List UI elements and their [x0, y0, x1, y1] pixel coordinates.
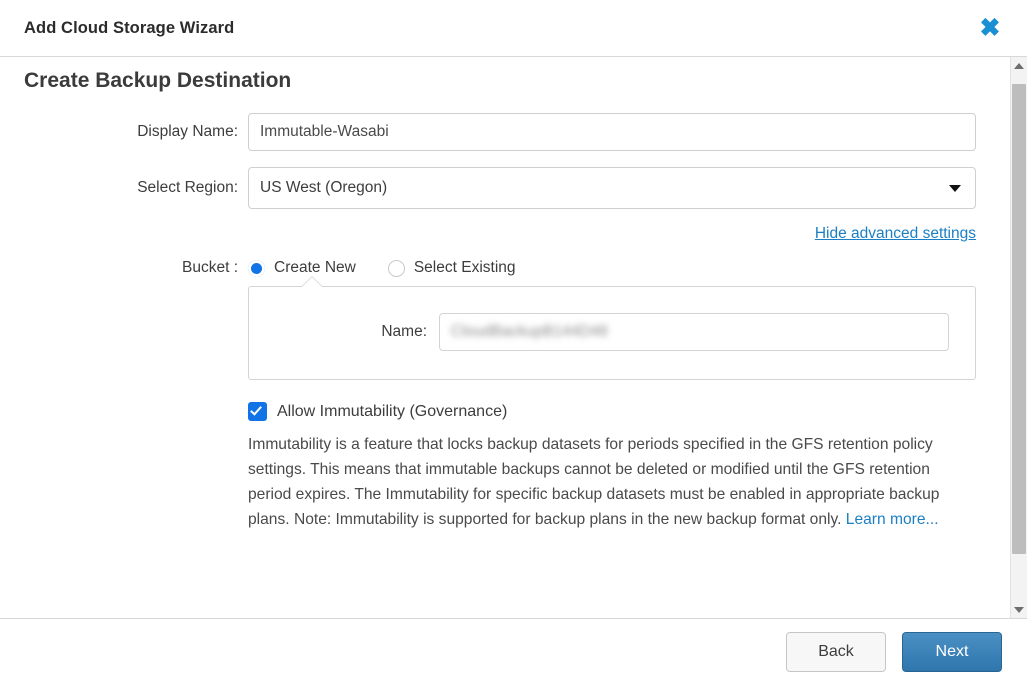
immutability-wrap: Allow Immutability (Governance) Immutabi…: [0, 402, 976, 548]
bucket-row: Bucket : Create New Select Existing: [0, 259, 976, 277]
add-cloud-storage-wizard-dialog: Add Cloud Storage Wizard ✖ Create Backup…: [0, 0, 1027, 685]
immutability-spacer: [0, 402, 248, 548]
panel-caret-icon: [302, 277, 322, 287]
caret-down-icon: [1014, 607, 1024, 613]
scrollbar-thumb[interactable]: [1012, 84, 1026, 554]
page-title: Create Backup Destination: [0, 57, 1010, 93]
chevron-down-icon: [949, 185, 961, 192]
radio-create-new-icon: [248, 260, 265, 277]
bucket-name-label: Name:: [249, 323, 439, 341]
region-row: Select Region: US West (Oregon): [0, 167, 976, 209]
vertical-scrollbar[interactable]: [1010, 57, 1027, 618]
close-button[interactable]: ✖: [973, 11, 1007, 45]
next-button[interactable]: Next: [902, 632, 1002, 672]
region-selected-value: US West (Oregon): [260, 179, 387, 197]
bucket-panel-wrap: Name: CloudBackupB144D48: [0, 286, 976, 380]
bucket-radio-group: Create New Select Existing: [248, 259, 976, 277]
immutability-description-text: Immutability is a feature that locks bac…: [248, 436, 939, 528]
bucket-name-row: Name: CloudBackupB144D48: [249, 313, 975, 351]
display-name-field-wrap: [248, 113, 976, 151]
advanced-settings-row: Hide advanced settings: [0, 225, 976, 243]
bucket-option-create-new[interactable]: Create New: [248, 259, 356, 277]
bucket-option-select-existing-label: Select Existing: [414, 259, 516, 277]
bucket-label: Bucket :: [0, 259, 248, 277]
panel-spacer: [0, 286, 248, 380]
back-button[interactable]: Back: [786, 632, 886, 672]
scroll-content: Create Backup Destination Display Name: …: [0, 57, 1010, 618]
dialog-footer: Back Next: [0, 618, 1027, 685]
dialog-titlebar: Add Cloud Storage Wizard ✖: [0, 0, 1027, 57]
allow-immutability-checkbox-row[interactable]: Allow Immutability (Governance): [248, 402, 976, 421]
close-icon: ✖: [980, 16, 1001, 41]
scroll-down-button[interactable]: [1011, 601, 1027, 618]
scrollbar-track[interactable]: [1011, 74, 1027, 601]
region-label: Select Region:: [0, 179, 248, 197]
bucket-name-value-redacted: CloudBackupB144D48: [451, 323, 608, 341]
bucket-option-create-new-label: Create New: [274, 259, 356, 277]
learn-more-link[interactable]: Learn more...: [846, 511, 939, 528]
allow-immutability-label: Allow Immutability (Governance): [277, 403, 507, 421]
destination-form: Display Name: Select Region: US West (Or…: [0, 93, 1010, 548]
region-field-wrap: US West (Oregon): [248, 167, 976, 209]
immutability-body: Allow Immutability (Governance) Immutabi…: [248, 402, 976, 548]
display-name-input[interactable]: [248, 113, 976, 151]
allow-immutability-checkbox[interactable]: [248, 402, 267, 421]
immutability-description: Immutability is a feature that locks bac…: [248, 432, 970, 532]
bucket-option-select-existing[interactable]: Select Existing: [388, 259, 516, 277]
dialog-title: Add Cloud Storage Wizard: [24, 19, 973, 38]
display-name-row: Display Name:: [0, 113, 976, 151]
radio-select-existing-icon: [388, 260, 405, 277]
region-select[interactable]: US West (Oregon): [248, 167, 976, 209]
scroll-up-button[interactable]: [1011, 57, 1027, 74]
hide-advanced-settings-link[interactable]: Hide advanced settings: [815, 225, 976, 243]
caret-up-icon: [1014, 63, 1024, 69]
checkmark-icon: [250, 403, 262, 415]
display-name-label: Display Name:: [0, 123, 248, 141]
create-new-bucket-panel: Name: CloudBackupB144D48: [248, 286, 976, 380]
dialog-body: Create Backup Destination Display Name: …: [0, 57, 1027, 618]
bucket-name-input[interactable]: CloudBackupB144D48: [439, 313, 949, 351]
